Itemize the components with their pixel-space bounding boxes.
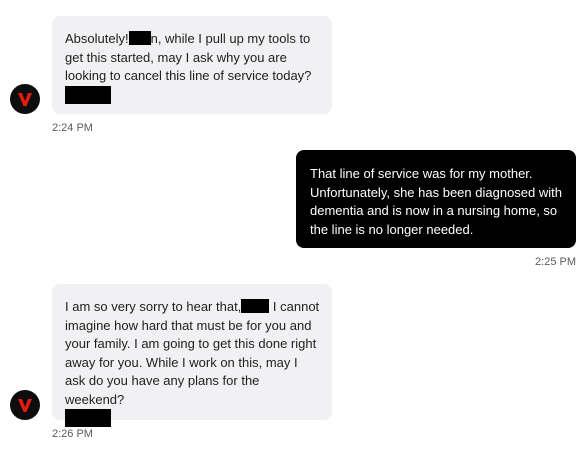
message-timestamp: 2:24 PM (52, 122, 93, 134)
redacted-name (128, 31, 151, 45)
redacted-name (65, 85, 111, 104)
redacted-name (241, 299, 270, 313)
brand-logo-v-icon (18, 93, 32, 106)
user-message-bubble: That line of service was for my mother. … (296, 150, 576, 248)
agent-avatar[interactable] (10, 84, 40, 114)
redacted-name (65, 409, 111, 427)
agent-avatar[interactable] (10, 390, 40, 420)
message-timestamp: 2:25 PM (535, 256, 576, 268)
message-text: I cannot imagine how hard that must be f… (65, 299, 320, 407)
message-text: That line of service was for my mother. … (310, 166, 562, 237)
message-text: I am so very sorry to hear that, (65, 299, 242, 314)
brand-logo-v-icon (18, 399, 32, 412)
agent-message-bubble: I am so very sorry to hear that, I canno… (52, 284, 332, 427)
message-text: Absolutely! (65, 31, 129, 46)
message-timestamp: 2:26 PM (52, 428, 93, 440)
agent-message-bubble: Absolutely! n, while I pull up my tools t… (52, 16, 332, 114)
